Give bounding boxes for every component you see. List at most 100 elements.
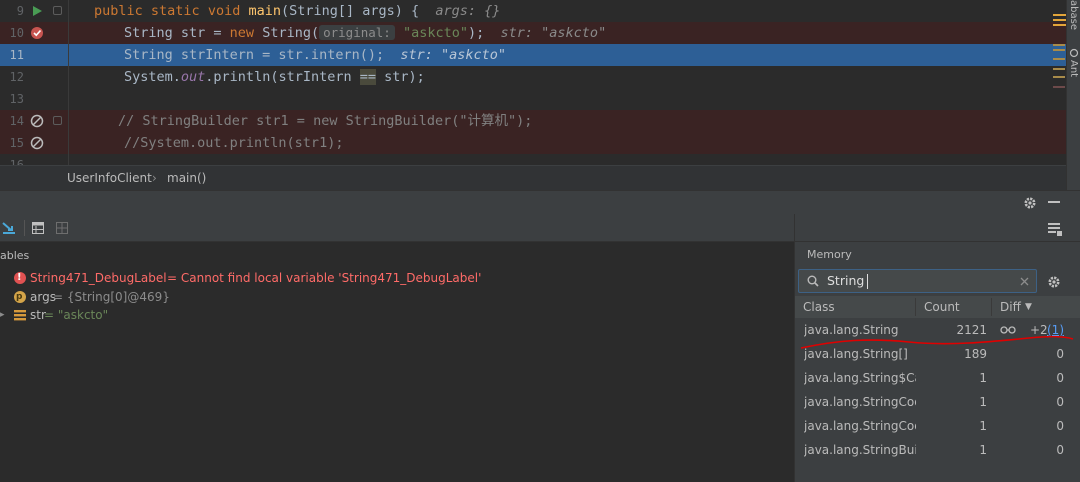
code-line-14[interactable]: 14 // StringBuilder str1 = new StringBui… bbox=[0, 110, 1066, 132]
stripe-marker[interactable] bbox=[1053, 44, 1065, 46]
code-comment: //System.out.println(str1); bbox=[124, 135, 344, 151]
class-name: java.lang.StringBuilder bbox=[804, 443, 916, 457]
instance-count: 1 bbox=[979, 395, 987, 409]
sort-desc-icon[interactable]: ▼ bbox=[1025, 296, 1032, 318]
stripe-marker[interactable] bbox=[1053, 86, 1065, 88]
code-text: String strIntern = str.intern(); str: "a… bbox=[124, 47, 507, 63]
clear-icon[interactable] bbox=[1020, 277, 1029, 286]
breadcrumb-method[interactable]: main() bbox=[167, 166, 206, 190]
instance-count: 1 bbox=[979, 443, 987, 457]
line-number: 13 bbox=[9, 92, 24, 106]
code-line-11-current[interactable]: 11 String strIntern = str.intern(); str:… bbox=[0, 44, 1066, 66]
line-number: 12 bbox=[9, 70, 24, 84]
line-number: 15 bbox=[9, 136, 24, 150]
parameter-glyph: p bbox=[16, 292, 23, 302]
class-name: java.lang.StringCoding bbox=[804, 395, 916, 409]
inline-debug-hint: args: {} bbox=[435, 3, 501, 19]
run-icon[interactable] bbox=[30, 4, 44, 18]
toolbar-divider bbox=[24, 220, 25, 236]
code-line-12[interactable]: 12 System.out.println(strIntern == str); bbox=[0, 66, 1066, 88]
warnings-icon[interactable] bbox=[1053, 14, 1066, 26]
breadcrumb-class[interactable]: UserInfoClient bbox=[67, 166, 152, 190]
code-line-13[interactable]: 13 bbox=[0, 88, 1066, 110]
parameter-hint: original: bbox=[319, 25, 395, 40]
tool-window-database[interactable]: abase bbox=[1068, 0, 1079, 30]
class-name: java.lang.String$CaseInsensitiveComparat… bbox=[804, 371, 916, 385]
breadcrumb: UserInfoClient › main() bbox=[0, 165, 1066, 190]
variable-value: = "askcto" bbox=[44, 308, 109, 322]
variable-name: String471_DebugLabel bbox=[30, 271, 167, 285]
disabled-breakpoint-icon[interactable] bbox=[30, 114, 44, 128]
tool-window-ant[interactable]: Ant bbox=[1068, 60, 1079, 77]
diff-value: 0 bbox=[1056, 395, 1064, 409]
inline-debug-hint: str: "askcto" bbox=[400, 47, 507, 63]
line-number: 14 bbox=[9, 114, 24, 128]
table-row[interactable]: java.lang.StringBuilder 1 0 bbox=[795, 438, 1080, 462]
gear-icon[interactable] bbox=[1023, 196, 1037, 210]
ant-icon[interactable] bbox=[1069, 48, 1079, 58]
line-number: 9 bbox=[16, 4, 24, 18]
stripe-marker[interactable] bbox=[1053, 76, 1065, 78]
stripe-marker[interactable] bbox=[1053, 58, 1065, 60]
variable-row-str[interactable]: ▸ str = "askcto" bbox=[0, 306, 794, 324]
red-underline-annotation bbox=[800, 335, 1074, 349]
code-line-9[interactable]: 9 public static void main(String[] args)… bbox=[0, 0, 1066, 22]
table-row[interactable]: java.lang.StringCoding 1 0 bbox=[795, 390, 1080, 414]
stripe-marker[interactable] bbox=[1053, 68, 1065, 70]
breadcrumb-separator-icon: › bbox=[152, 171, 157, 185]
code-comment: // StringBuilder str1 = new StringBuilde… bbox=[118, 113, 533, 129]
instance-count: 1 bbox=[979, 419, 987, 433]
fold-marker-icon[interactable] bbox=[53, 116, 62, 125]
minimize-icon[interactable] bbox=[1048, 201, 1060, 204]
code-line-10[interactable]: 10 String str = new String(original: "as… bbox=[0, 22, 1066, 44]
variables-title: ables bbox=[0, 249, 30, 262]
disabled-breakpoint-icon[interactable] bbox=[30, 136, 44, 150]
stripe-marker[interactable] bbox=[1053, 49, 1065, 51]
grid-view-icon[interactable] bbox=[56, 222, 68, 234]
text-cursor bbox=[867, 274, 868, 289]
class-search-field[interactable]: String bbox=[798, 269, 1037, 293]
line-number: 11 bbox=[9, 48, 24, 62]
code-text: public static void main(String[] args) {… bbox=[94, 3, 501, 19]
code-text: String str = new String(original: "askct… bbox=[124, 25, 607, 41]
variable-row-error[interactable]: ! String471_DebugLabel = Cannot find loc… bbox=[0, 269, 794, 287]
instance-count: 1 bbox=[979, 371, 987, 385]
variables-panel: ables ! String471_DebugLabel = Cannot fi… bbox=[0, 242, 794, 482]
inline-debug-hint: str: "askcto" bbox=[500, 25, 607, 41]
code-text: System.out.println(strIntern == str); bbox=[124, 69, 425, 85]
code-editor[interactable]: 9 public static void main(String[] args)… bbox=[0, 0, 1066, 165]
track-instances-icon[interactable] bbox=[1000, 326, 1016, 334]
search-input[interactable]: String bbox=[827, 273, 864, 288]
gutter-divider bbox=[68, 0, 69, 165]
table-view-icon[interactable] bbox=[32, 222, 44, 234]
debug-panel-header bbox=[0, 190, 1080, 214]
column-header-count[interactable]: Count bbox=[924, 296, 960, 318]
memory-toolbar bbox=[794, 214, 1080, 242]
table-row[interactable]: java.lang.StringCoding$StringDecoder 1 0 bbox=[795, 414, 1080, 438]
code-line-15[interactable]: 15 //System.out.println(str1); bbox=[0, 132, 1066, 154]
expand-arrow-icon[interactable]: ▸ bbox=[0, 306, 5, 324]
error-glyph: ! bbox=[17, 272, 22, 283]
search-icon bbox=[807, 275, 819, 287]
error-stripe[interactable] bbox=[1048, 0, 1066, 165]
table-header: Class Count Diff ▼ bbox=[795, 296, 1080, 318]
fold-marker-icon[interactable] bbox=[53, 6, 62, 15]
memory-settings-icon[interactable] bbox=[1048, 222, 1062, 236]
memory-gear-icon[interactable] bbox=[1047, 275, 1061, 289]
memory-panel: Memory String Class Count Diff ▼ java.la… bbox=[794, 242, 1080, 482]
table-row[interactable]: java.lang.String$CaseInsensitiveComparat… bbox=[795, 366, 1080, 390]
column-header-class[interactable]: Class bbox=[803, 296, 835, 318]
variable-row-args[interactable]: p args = {String[0]@469} bbox=[0, 288, 794, 306]
variables-toolbar bbox=[0, 214, 794, 242]
class-name: java.lang.StringCoding$StringDecoder bbox=[804, 419, 916, 433]
diff-value: 0 bbox=[1056, 419, 1064, 433]
diff-value: 0 bbox=[1056, 371, 1064, 385]
breakpoint-icon[interactable] bbox=[30, 26, 44, 40]
variable-value: = Cannot find local variable 'String471_… bbox=[167, 271, 482, 285]
column-header-diff[interactable]: Diff bbox=[1000, 296, 1021, 318]
variable-value: = {String[0]@469} bbox=[53, 290, 170, 304]
code-line-16[interactable]: 16 bbox=[0, 154, 1066, 165]
step-into-icon[interactable] bbox=[1, 220, 17, 236]
header-divider bbox=[915, 298, 916, 316]
field-icon bbox=[14, 310, 26, 321]
